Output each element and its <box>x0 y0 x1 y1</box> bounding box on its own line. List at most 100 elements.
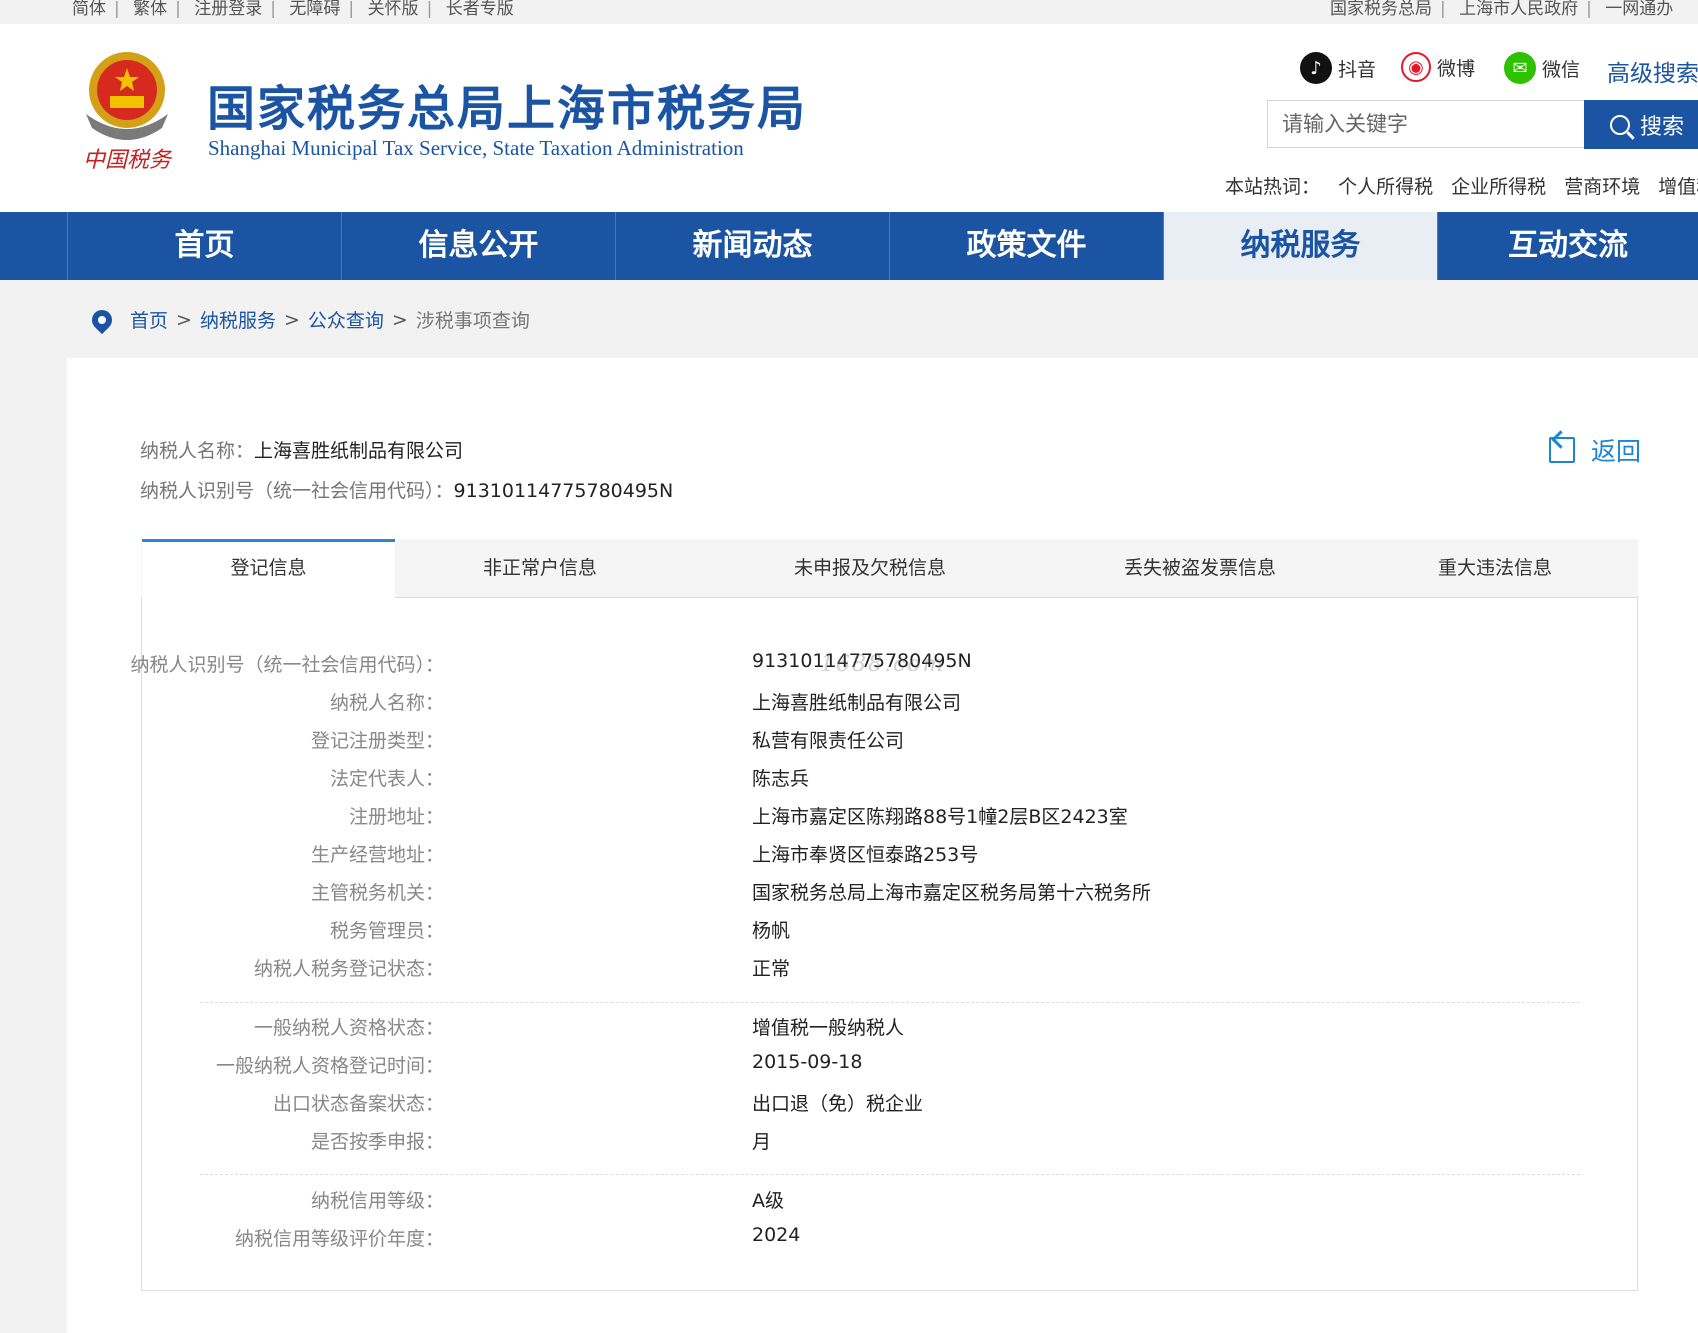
search-button[interactable]: 搜索 <box>1584 100 1698 149</box>
nav-news[interactable]: 新闻动态 <box>615 212 889 280</box>
hot-word[interactable]: 企业所得税 <box>1451 176 1546 198</box>
site-title: 国家税务总局上海市税务局 <box>207 81 808 137</box>
hot-word[interactable]: 增值税 <box>1658 176 1698 198</box>
detail-value: 月 <box>752 1131 772 1153</box>
detail-label: 税务管理员： <box>329 920 444 942</box>
site-subtitle: Shanghai Municipal Tax Service, State Ta… <box>208 136 744 160</box>
top-left-links: 简体 | 繁体 | 注册登录 | 无障碍 | 关怀版 | 长者专版 <box>72 0 514 19</box>
hot-words: 本站热词： 个人所得税 企业所得税 营商环境 增值税 <box>1225 172 1698 199</box>
advanced-search-link[interactable]: 高级搜索 <box>1607 54 1698 88</box>
weixin-label: 微信 <box>1542 58 1581 81</box>
detail-row: 出口状态备案状态： 出口退（免）税企业 <box>200 1089 1580 1119</box>
detail-value: 增值税一般纳税人 <box>752 1017 905 1039</box>
section-divider <box>200 1174 1580 1175</box>
breadcrumb: 首页 > 纳税服务 > 公众查询 > 涉税事项查询 <box>87 305 530 334</box>
taxpayer-id-value: 91310114775780495N <box>453 480 674 502</box>
detail-value: 上海市奉贤区恒泰路253号 <box>752 844 979 866</box>
breadcrumb-home[interactable]: 首页 <box>130 306 168 333</box>
taxpayer-name-label: 纳税人名称： <box>140 440 255 462</box>
detail-row: 一般纳税人资格登记时间： 2015-09-18 <box>200 1051 1580 1081</box>
detail-label: 纳税人识别号（统一社会信用代码）： <box>130 654 444 676</box>
main-nav: 首页 信息公开 新闻动态 政策文件 纳税服务 互动交流 <box>0 212 1698 280</box>
detail-value: 出口退（免）税企业 <box>752 1093 924 1115</box>
detail-row: 税务管理员： 杨帆 <box>200 916 1580 946</box>
emblem-calligraphy: 中国税务 <box>83 148 173 172</box>
detail-value: 陈志兵 <box>752 768 810 790</box>
link-care-version[interactable]: 关怀版 <box>368 0 419 19</box>
link-sat[interactable]: 国家税务总局 <box>1330 0 1432 19</box>
search-button-label: 搜索 <box>1640 114 1685 140</box>
detail-row: 生产经营地址： 上海市奉贤区恒泰路253号 <box>200 840 1580 870</box>
link-one-net[interactable]: 一网通办 <box>1605 0 1673 19</box>
detail-label: 生产经营地址： <box>310 844 444 866</box>
detail-value: 2024 <box>752 1224 801 1246</box>
weibo-icon: ◉ <box>1401 52 1431 82</box>
back-label: 返回 <box>1591 437 1642 466</box>
tab-lost-invoices[interactable]: 丢失被盗发票信息 <box>1040 539 1360 598</box>
detail-label: 纳税信用等级： <box>310 1190 444 1212</box>
detail-value: A级 <box>752 1190 784 1212</box>
detail-label: 出口状态备案状态： <box>272 1093 444 1115</box>
watermark: 1688.com <box>820 652 946 677</box>
douyin-label: 抖音 <box>1338 58 1377 81</box>
search-input[interactable]: 请输入关键字 <box>1267 100 1585 148</box>
detail-row: 登记注册类型： 私营有限责任公司 <box>200 726 1580 756</box>
detail-label: 一般纳税人资格登记时间： <box>215 1055 444 1077</box>
tab-abnormal-taxpayer[interactable]: 非正常户信息 <box>410 539 670 598</box>
detail-row: 法定代表人： 陈志兵 <box>200 764 1580 794</box>
detail-value: 上海喜胜纸制品有限公司 <box>752 692 962 714</box>
link-register-login[interactable]: 注册登录 <box>194 0 262 19</box>
nav-home[interactable]: 首页 <box>67 212 341 280</box>
detail-value: 杨帆 <box>752 920 791 942</box>
link-simplified[interactable]: 简体 <box>72 0 106 19</box>
tab-undeclared-arrears[interactable]: 未申报及欠税信息 <box>720 539 1020 598</box>
hot-word[interactable]: 个人所得税 <box>1338 176 1433 198</box>
taxpayer-id-line: 纳税人识别号（统一社会信用代码）：91310114775780495N <box>140 476 673 503</box>
detail-label: 登记注册类型： <box>310 730 444 752</box>
national-emblem-logo[interactable]: 中国税务 <box>72 44 182 173</box>
taxpayer-id-label: 纳税人识别号（统一社会信用代码）： <box>140 480 454 502</box>
detail-value: 私营有限责任公司 <box>752 730 905 752</box>
detail-value: 2015-09-18 <box>752 1051 863 1073</box>
detail-row: 是否按季申报： 月 <box>200 1127 1580 1157</box>
taxpayer-name-line: 纳税人名称：上海喜胜纸制品有限公司 <box>140 436 463 463</box>
weixin-link[interactable]: ✉ 微信 <box>1504 52 1580 84</box>
detail-value: 正常 <box>752 958 791 980</box>
link-sh-gov[interactable]: 上海市人民政府 <box>1459 0 1578 19</box>
detail-label: 纳税人税务登记状态： <box>253 958 444 980</box>
tab-registration-info[interactable]: 登记信息 <box>142 539 395 599</box>
detail-label: 法定代表人： <box>329 768 444 790</box>
detail-row: 纳税人税务登记状态： 正常 <box>200 954 1580 984</box>
detail-label: 注册地址： <box>348 806 444 828</box>
detail-row: 一般纳税人资格状态： 增值税一般纳税人 <box>200 1013 1580 1043</box>
douyin-icon: ♪ <box>1300 52 1332 84</box>
back-button[interactable]: 返回 <box>1549 432 1641 468</box>
top-utility-bar: 简体 | 繁体 | 注册登录 | 无障碍 | 关怀版 | 长者专版 国家税务总局 | 上海市… <box>0 0 1698 24</box>
hot-word[interactable]: 营商环境 <box>1564 176 1640 198</box>
tab-major-violations[interactable]: 重大违法信息 <box>1380 539 1610 598</box>
weixin-icon: ✉ <box>1504 52 1536 84</box>
detail-label: 纳税信用等级评价年度： <box>234 1228 444 1250</box>
detail-label: 主管税务机关： <box>310 882 444 904</box>
detail-value: 国家税务总局上海市嘉定区税务局第十六税务所 <box>752 882 1152 904</box>
breadcrumb-public-query[interactable]: 公众查询 <box>308 306 384 333</box>
weibo-link[interactable]: ◉ 微博 <box>1401 52 1475 82</box>
nav-policy[interactable]: 政策文件 <box>889 212 1163 280</box>
detail-row: 纳税信用等级评价年度： 2024 <box>200 1224 1580 1254</box>
detail-row: 纳税信用等级： A级 <box>200 1186 1580 1216</box>
link-elder-version[interactable]: 长者专版 <box>446 0 514 19</box>
breadcrumb-tax-service[interactable]: 纳税服务 <box>200 306 276 333</box>
hot-words-label: 本站热词： <box>1225 176 1321 198</box>
douyin-link[interactable]: ♪ 抖音 <box>1300 52 1376 84</box>
nav-interaction[interactable]: 互动交流 <box>1437 212 1698 280</box>
taxpayer-name-value: 上海喜胜纸制品有限公司 <box>254 440 464 462</box>
link-accessibility[interactable]: 无障碍 <box>289 0 340 19</box>
nav-tax-service[interactable]: 纳税服务 <box>1163 212 1437 280</box>
detail-label: 是否按季申报： <box>310 1131 444 1153</box>
nav-info-disclosure[interactable]: 信息公开 <box>341 212 615 280</box>
link-traditional[interactable]: 繁体 <box>133 0 167 19</box>
location-pin-icon <box>87 305 117 334</box>
detail-label: 一般纳税人资格状态： <box>253 1017 444 1039</box>
detail-row: 注册地址： 上海市嘉定区陈翔路88号1幢2层B区2423室 <box>200 802 1580 832</box>
back-icon <box>1549 437 1575 463</box>
